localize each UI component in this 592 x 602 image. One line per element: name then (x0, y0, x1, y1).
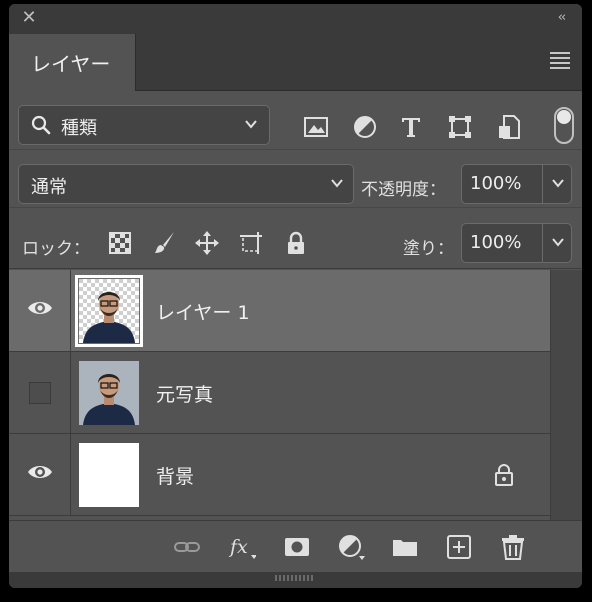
blend-mode-value: 通常 (31, 177, 67, 198)
lock-label: ロック： (22, 239, 90, 259)
tab-layers[interactable]: レイヤー (9, 34, 136, 91)
blend-mode-select[interactable]: 通常 (18, 164, 354, 204)
layer-name[interactable]: レイヤー 1 (156, 298, 250, 325)
visibility-toggle[interactable] (9, 270, 71, 351)
collapse-panel-icon[interactable]: ‹‹ (550, 7, 572, 29)
fill-combo[interactable]: 100% (461, 223, 572, 263)
layer-name[interactable]: 元写真 (156, 380, 213, 407)
type-filter-icon[interactable] (398, 114, 424, 140)
layer-thumbnail (79, 361, 139, 425)
layer-mask-icon[interactable] (283, 533, 311, 561)
layer-thumbnail (79, 443, 139, 507)
layer-thumbnail (75, 275, 143, 347)
eye-icon[interactable] (27, 298, 53, 318)
smart-object-filter-icon[interactable] (496, 114, 522, 140)
visibility-toggle[interactable] (9, 434, 71, 515)
link-layers-icon[interactable] (173, 533, 201, 561)
fill-label: 塗り： (403, 239, 454, 259)
chevron-down-icon (245, 120, 257, 129)
chevron-down-icon[interactable] (550, 234, 566, 250)
footer-toolbar: fx (9, 520, 582, 572)
resize-grip-icon[interactable] (275, 575, 315, 581)
filter-toggle-switch[interactable] (554, 107, 574, 144)
opacity-value[interactable]: 100% (470, 173, 521, 194)
layer-name[interactable]: 背景 (156, 462, 194, 489)
trash-icon[interactable] (499, 533, 527, 561)
group-folder-icon[interactable] (391, 533, 419, 561)
lock-all-icon[interactable] (283, 230, 309, 256)
opacity-label: 不透明度： (361, 180, 446, 200)
layer-list: レイヤー 1 元写真 背景 (9, 270, 582, 520)
scrollbar[interactable] (550, 270, 582, 520)
lock-image-pixels-icon[interactable] (152, 230, 178, 256)
fx-label: fx (228, 536, 248, 558)
layer-row-layer-1[interactable]: レイヤー 1 (9, 270, 550, 352)
panel-menu-icon[interactable] (550, 52, 570, 69)
new-layer-icon[interactable] (445, 533, 473, 561)
close-icon[interactable]: ✕ (19, 6, 39, 30)
image-filter-icon[interactable] (303, 114, 329, 140)
lock-icon[interactable] (493, 463, 515, 487)
filter-kind-label: 種類 (61, 118, 97, 139)
opacity-combo[interactable]: 100% (461, 164, 572, 204)
chevron-down-icon (331, 179, 343, 188)
visibility-toggle[interactable] (9, 352, 71, 433)
layer-row-original-photo[interactable]: 元写真 (9, 352, 550, 434)
tab-bar: レイヤー (9, 34, 582, 91)
resize-bar[interactable] (9, 572, 582, 588)
lock-position-icon[interactable] (194, 230, 220, 256)
fx-icon[interactable]: fx (228, 533, 257, 561)
filter-row: 種類 (9, 92, 582, 150)
lock-transparent-pixels-icon[interactable] (107, 230, 133, 256)
lock-row: ロック： 塗り： 100% (9, 209, 582, 269)
lock-artboard-icon[interactable] (238, 230, 264, 256)
shape-filter-icon[interactable] (447, 114, 473, 140)
chevron-down-icon[interactable] (550, 175, 566, 191)
filter-kind-select[interactable]: 種類 (18, 105, 270, 145)
blend-row: 通常 不透明度： 100% (9, 151, 582, 208)
adjustment-layer-icon[interactable] (337, 533, 365, 561)
tab-label: レイヤー (31, 52, 111, 76)
search-icon (31, 115, 51, 135)
visibility-off-box[interactable] (29, 382, 51, 404)
adjustment-filter-icon[interactable] (352, 114, 378, 140)
layer-row-background[interactable]: 背景 (9, 434, 550, 516)
panel-title-bar: ✕ ‹‹ (9, 4, 582, 34)
layers-panel: ✕ ‹‹ レイヤー 種類 通常 不透明度： 100% ロック： 塗り： 100%… (9, 4, 582, 588)
fill-value[interactable]: 100% (470, 232, 521, 253)
eye-icon[interactable] (27, 462, 53, 482)
